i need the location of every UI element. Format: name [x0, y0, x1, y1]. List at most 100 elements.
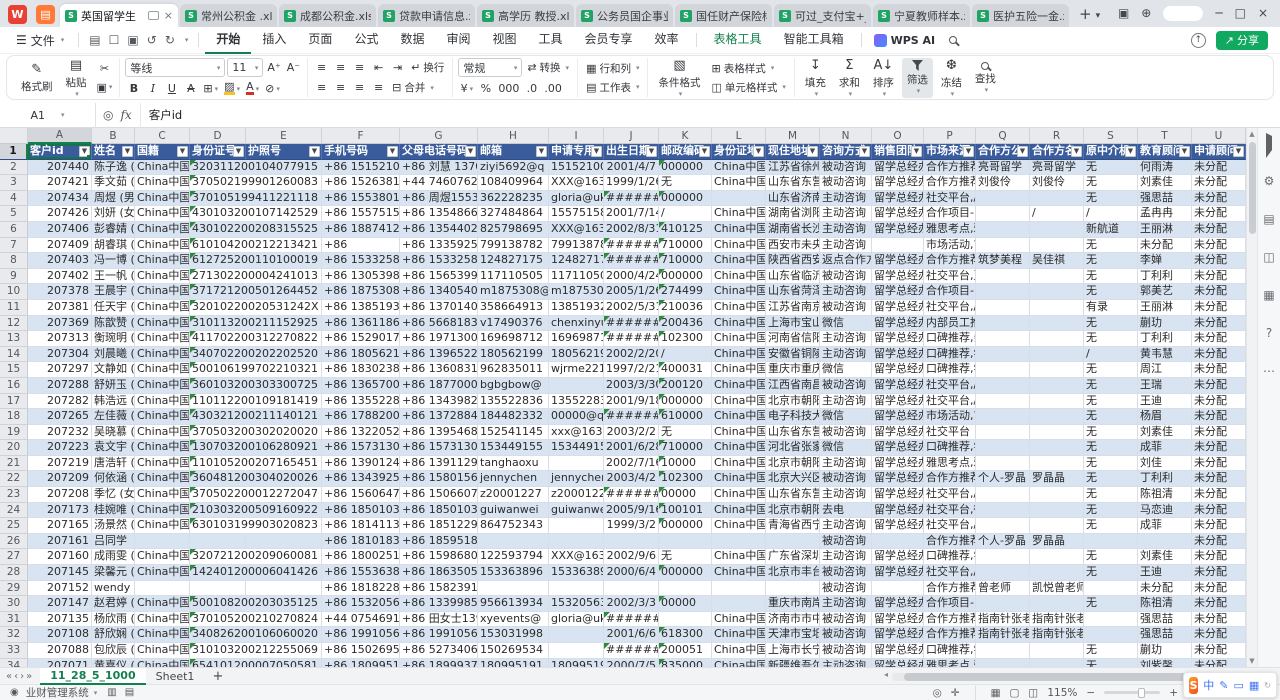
cell[interactable] — [1030, 316, 1084, 332]
cell[interactable]: China中国 — [712, 487, 766, 503]
cell[interactable] — [549, 534, 604, 550]
cell[interactable]: 未分配 — [1192, 191, 1246, 207]
cell[interactable]: 108409964 — [478, 175, 549, 191]
cell[interactable]: China中国 — [712, 440, 766, 456]
cell[interactable]: 未分配 — [1192, 378, 1246, 394]
cell[interactable]: 王丽淋 — [1138, 222, 1192, 238]
cell[interactable]: 未分配 — [1192, 269, 1246, 285]
cell[interactable]: China中国 — [135, 471, 190, 487]
cell[interactable]: 2000/4/24 — [604, 269, 659, 285]
cell[interactable]: 青海省西宁 — [766, 518, 820, 534]
print-preview-icon[interactable]: ☐ — [105, 33, 124, 47]
cell[interactable]: 口碑推荐,学 — [924, 440, 976, 456]
cell[interactable]: 未分配 — [1192, 565, 1246, 581]
column-letter-D[interactable]: D — [190, 128, 246, 144]
cell[interactable]: +86 15332585 — [322, 253, 400, 269]
cell[interactable]: 135522836 — [549, 394, 604, 410]
cell[interactable]: 留学总经办 — [872, 549, 924, 565]
cell[interactable]: 黄嘉仪 (女 — [92, 659, 135, 667]
cell[interactable]: China中国 — [135, 549, 190, 565]
cell[interactable]: 微信 — [820, 362, 872, 378]
cell[interactable]: +86 13552283 — [322, 394, 400, 410]
row-header[interactable]: 18 — [0, 409, 28, 425]
cell[interactable]: 无 — [1084, 596, 1138, 612]
cell[interactable]: 无 — [1084, 238, 1138, 254]
cell[interactable]: 被动咨询 — [820, 565, 872, 581]
cell[interactable]: 留学总经办 — [872, 284, 924, 300]
cell[interactable]: 500106199702210321 — [190, 362, 246, 378]
cell[interactable] — [1030, 643, 1084, 659]
cell[interactable]: 153449155 — [549, 440, 604, 456]
cell[interactable]: 无 — [1084, 378, 1138, 394]
cell[interactable]: 430102200208315525 — [190, 222, 246, 238]
cell[interactable]: 留学总经办 — [872, 596, 924, 612]
currency-button[interactable]: ¥▾ — [458, 80, 475, 97]
cell[interactable] — [976, 331, 1030, 347]
formula-input[interactable]: 客户id — [140, 103, 1280, 128]
cell[interactable] — [1030, 362, 1084, 378]
cell[interactable] — [135, 581, 190, 597]
column-letter-N[interactable]: N — [820, 128, 872, 144]
cell[interactable]: 无 — [1084, 440, 1138, 456]
cell[interactable]: China中国 — [712, 347, 766, 363]
row-header[interactable]: 33 — [0, 643, 28, 659]
cell[interactable]: 135522836 — [478, 394, 549, 410]
cell[interactable]: 成雨雯 (女 — [92, 549, 135, 565]
cell[interactable]: China中国 — [135, 300, 190, 316]
tab-审阅[interactable]: 审阅 — [435, 27, 481, 54]
cell[interactable]: +86 1343982452 — [400, 394, 478, 410]
italic-button[interactable]: I — [144, 80, 161, 97]
sheet-nav-icons[interactable]: «‹›» — [0, 671, 40, 682]
file-tab-4[interactable]: S高学历 教授.xlsx — [477, 4, 574, 27]
cell[interactable] — [976, 238, 1030, 254]
cell[interactable]: 未分配 — [1192, 362, 1246, 378]
tab-smart-toolbox[interactable]: 智能工具箱 — [773, 27, 855, 54]
cell[interactable]: guiwanwei — [549, 503, 604, 519]
cell[interactable]: 微信 — [820, 440, 872, 456]
cell[interactable]: ######### — [604, 409, 659, 425]
cell[interactable]: 207108 — [28, 627, 92, 643]
cell[interactable] — [976, 222, 1030, 238]
cell[interactable]: 吕同学 — [92, 534, 135, 550]
cell[interactable]: 合作方推荐 — [924, 581, 976, 597]
cell[interactable]: China中国 — [712, 222, 766, 238]
cell[interactable]: 主动咨询 — [820, 596, 872, 612]
cell[interactable]: 207165 — [28, 518, 92, 534]
row-header[interactable]: 6 — [0, 222, 28, 238]
cell[interactable]: China中国 — [712, 300, 766, 316]
filter-button[interactable]: ▼ — [233, 146, 244, 157]
cell[interactable]: 陈祖清 — [1138, 596, 1192, 612]
filter-button[interactable]: ▼ — [1179, 146, 1190, 157]
cell[interactable]: 207282 — [28, 394, 92, 410]
cell[interactable]: China中国 — [712, 503, 766, 519]
cell[interactable]: 亮哥留学 — [976, 160, 1030, 176]
cell[interactable]: 000000 — [659, 565, 712, 581]
cell[interactable]: 河北省张家 — [766, 440, 820, 456]
cell[interactable]: 2000/7/5 — [604, 659, 659, 667]
cell[interactable]: 陈歆赞 (女 — [92, 316, 135, 332]
header-cell[interactable]: 市场来源▼ — [924, 144, 976, 160]
cell[interactable]: 2005/1/26 — [604, 284, 659, 300]
cell[interactable]: 指南针张老师 — [976, 627, 1030, 643]
underline-button[interactable]: U — [163, 80, 180, 97]
cell[interactable]: 未分配 — [1192, 300, 1246, 316]
cell[interactable]: 刘素佳 — [1138, 549, 1192, 565]
cell[interactable] — [1084, 534, 1138, 550]
cell[interactable]: 100101 — [659, 503, 712, 519]
cell[interactable]: 371721200501264452 — [190, 284, 246, 300]
cell[interactable]: +86 13851932 — [322, 300, 400, 316]
cell[interactable]: 雅思考点,雅 — [924, 456, 976, 472]
fill-color-button[interactable]: ▨▾ — [222, 80, 242, 97]
cell[interactable]: 强思喆 — [1138, 612, 1192, 628]
wrap-text-button[interactable]: ↵换行 — [408, 59, 447, 76]
cell[interactable]: 雅思考点,雅 — [924, 222, 976, 238]
horizontal-scroll-thumb[interactable] — [904, 673, 1194, 681]
cell[interactable]: China中国 — [135, 456, 190, 472]
cell[interactable]: +86 19910568 — [322, 627, 400, 643]
cell[interactable]: 口碑推荐,亲 — [924, 331, 976, 347]
cell[interactable] — [872, 534, 924, 550]
file-tab-2[interactable]: S成都公积金.xlsx — [279, 4, 376, 27]
cell[interactable]: China中国 — [712, 362, 766, 378]
cell[interactable]: 彭睿婧 (女 — [92, 222, 135, 238]
cell[interactable]: China中国 — [135, 206, 190, 222]
